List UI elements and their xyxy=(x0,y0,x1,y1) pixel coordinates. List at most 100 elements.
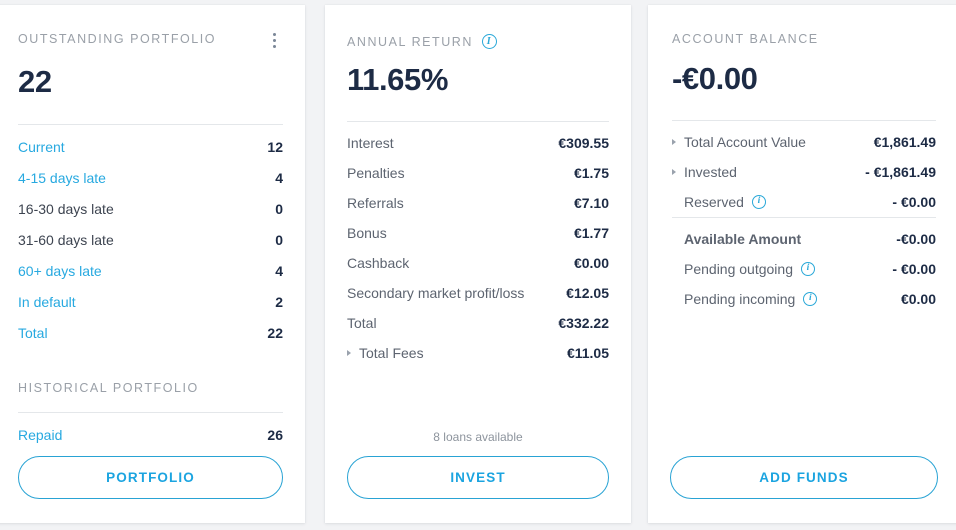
row-label-total-fees: Total Fees xyxy=(359,345,424,361)
row-value-in-default: 2 xyxy=(275,293,283,310)
row-label-total-account-value: Total Account Value xyxy=(684,134,806,150)
table-row: 16-30 days late 0 xyxy=(18,193,283,224)
row-label-16-30-days-late: 16-30 days late xyxy=(18,200,114,217)
row-label-secondary-market-profit-loss: Secondary market profit/loss xyxy=(347,285,525,301)
account-balance-rows-top: Total Account Value €1,861.49 Invested -… xyxy=(672,127,936,217)
expand-triangle-icon[interactable] xyxy=(672,169,676,175)
row-value-cashback: €0.00 xyxy=(573,255,609,271)
table-row: Pending incoming i €0.00 xyxy=(672,284,936,314)
row-value-pending-outgoing: - €0.00 xyxy=(892,261,936,277)
row-label-4-15-days-late[interactable]: 4-15 days late xyxy=(18,170,106,186)
row-label-current[interactable]: Current xyxy=(18,139,65,155)
row-label-invested-wrap: Invested xyxy=(672,164,737,180)
row-label-cashback: Cashback xyxy=(347,255,410,271)
row-label-31-60-days-late: 31-60 days late xyxy=(18,231,114,248)
expand-triangle-icon[interactable] xyxy=(672,139,676,145)
account-balance-header: ACCOUNT BALANCE xyxy=(672,5,936,46)
row-label-bonus: Bonus xyxy=(347,225,387,241)
row-label-total-account-value-wrap: Total Account Value xyxy=(672,134,806,150)
table-row: Bonus €1.77 xyxy=(347,218,609,248)
row-label-60-plus-days-late[interactable]: 60+ days late xyxy=(18,263,102,279)
table-row: 60+ days late 4 xyxy=(18,255,283,286)
row-value-interest: €309.55 xyxy=(558,135,609,151)
annual-return-card: ANNUAL RETURN i 11.65% Interest €309.55 … xyxy=(325,5,631,523)
row-value-penalties: €1.75 xyxy=(573,165,609,181)
table-row: Penalties €1.75 xyxy=(347,158,609,188)
row-value-reserved: - €0.00 xyxy=(892,194,936,210)
divider xyxy=(347,121,609,122)
kebab-menu-icon[interactable] xyxy=(265,30,283,50)
table-row: In default 2 xyxy=(18,286,283,317)
table-row: Reserved i - €0.00 xyxy=(672,187,936,217)
row-label-pending-outgoing-wrap: Pending outgoing i xyxy=(672,261,815,277)
row-value-bonus: €1.77 xyxy=(573,225,609,241)
table-row[interactable]: Total Account Value €1,861.49 xyxy=(672,127,936,157)
account-balance-footer: ADD FUNDS xyxy=(648,456,956,523)
account-balance-card: ACCOUNT BALANCE -€0.00 Total Account Val… xyxy=(648,5,956,523)
row-label-penalties: Penalties xyxy=(347,165,405,181)
row-label-total: Total xyxy=(347,315,377,331)
row-value-60-plus-days-late: 4 xyxy=(275,262,283,279)
row-value-referrals: €7.10 xyxy=(573,195,609,211)
table-row: Referrals €7.10 xyxy=(347,188,609,218)
outstanding-portfolio-header: OUTSTANDING PORTFOLIO xyxy=(18,5,283,50)
table-row: Repaid 26 xyxy=(18,419,283,450)
row-label-pending-incoming-wrap: Pending incoming i xyxy=(672,291,818,307)
account-balance-title: ACCOUNT BALANCE xyxy=(672,32,819,46)
add-funds-button[interactable]: ADD FUNDS xyxy=(670,456,938,499)
row-label-interest: Interest xyxy=(347,135,394,151)
row-label-available-amount-wrap: Available Amount xyxy=(672,231,801,247)
table-row[interactable]: Invested - €1,861.49 xyxy=(672,157,936,187)
row-label-total[interactable]: Total xyxy=(18,325,48,341)
kebab-dot xyxy=(272,44,276,48)
info-icon[interactable]: i xyxy=(801,262,815,276)
annual-return-footer: 8 loans available INVEST xyxy=(325,430,631,523)
row-label-available-amount: Available Amount xyxy=(684,231,802,247)
table-row: Secondary market profit/loss €12.05 xyxy=(347,278,609,308)
row-label-in-default[interactable]: In default xyxy=(18,294,76,310)
annual-return-value: 11.65% xyxy=(347,62,449,97)
historical-portfolio-title: HISTORICAL PORTFOLIO xyxy=(18,381,199,395)
row-value-pending-incoming: €0.00 xyxy=(900,291,936,307)
row-label-total-fees-wrap: Total Fees xyxy=(347,345,424,361)
row-value-secondary-market-profit-loss: €12.05 xyxy=(566,285,609,301)
annual-return-rows: Interest €309.55 Penalties €1.75 Referra… xyxy=(347,128,609,368)
divider xyxy=(18,124,283,125)
row-label-reserved-wrap: Reserved i xyxy=(672,194,766,210)
portfolio-button[interactable]: PORTFOLIO xyxy=(18,456,283,499)
outstanding-portfolio-title: OUTSTANDING PORTFOLIO xyxy=(18,32,217,46)
outstanding-portfolio-value: 22 xyxy=(18,64,52,99)
loans-available-note: 8 loans available xyxy=(433,430,523,444)
row-value-4-15-days-late: 4 xyxy=(275,169,283,186)
row-value-total: €332.22 xyxy=(558,315,609,331)
row-value-total-fees: €11.05 xyxy=(566,345,609,361)
table-row: Current 12 xyxy=(18,131,283,162)
invest-button[interactable]: INVEST xyxy=(347,456,609,499)
row-value-available-amount: -€0.00 xyxy=(896,231,936,247)
row-label-repaid[interactable]: Repaid xyxy=(18,427,62,443)
row-value-total: 22 xyxy=(267,324,283,341)
kebab-dot xyxy=(272,38,276,42)
table-row: 4-15 days late 4 xyxy=(18,162,283,193)
outstanding-portfolio-footer: PORTFOLIO xyxy=(0,456,305,523)
annual-return-title-wrap: ANNUAL RETURN i xyxy=(347,34,497,49)
row-label-referrals: Referrals xyxy=(347,195,404,211)
outstanding-portfolio-card: OUTSTANDING PORTFOLIO 22 Current 12 4-15… xyxy=(0,5,305,523)
row-value-invested: - €1,861.49 xyxy=(865,164,936,180)
table-row: Total 22 xyxy=(18,317,283,348)
info-icon[interactable]: i xyxy=(803,292,818,306)
info-icon[interactable]: i xyxy=(481,34,497,49)
row-label-pending-outgoing: Pending outgoing xyxy=(684,261,793,277)
kebab-dot xyxy=(272,32,276,36)
table-row: Total €332.22 xyxy=(347,308,609,338)
account-balance-rows-bottom: Available Amount -€0.00 Pending outgoing… xyxy=(672,224,936,314)
row-value-16-30-days-late: 0 xyxy=(275,200,283,217)
expand-triangle-icon[interactable] xyxy=(347,350,351,356)
table-row[interactable]: Total Fees €11.05 xyxy=(347,338,609,368)
historical-portfolio-rows: Repaid 26 xyxy=(18,419,283,450)
row-label-reserved: Reserved xyxy=(684,194,744,210)
info-icon[interactable]: i xyxy=(751,195,766,209)
